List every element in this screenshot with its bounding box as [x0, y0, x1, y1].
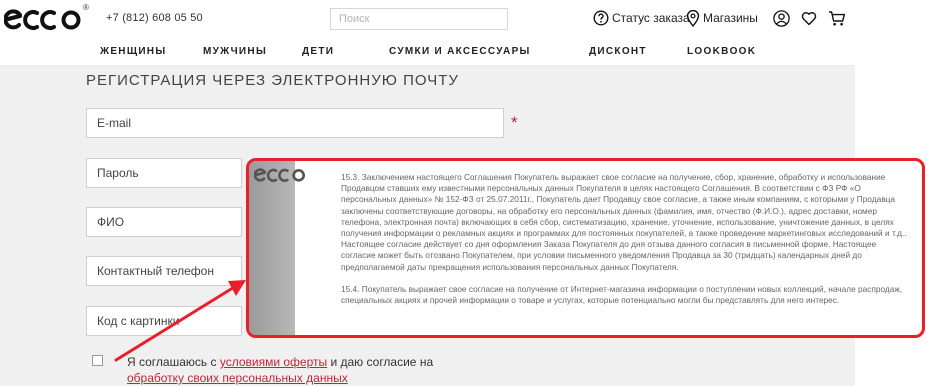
account-button[interactable] — [771, 8, 791, 28]
nav-item-bags-accessories[interactable]: СУМКИ И АКСЕССУАРЫ — [389, 46, 531, 57]
wishlist-button[interactable] — [799, 8, 819, 28]
fio-field[interactable] — [86, 207, 242, 237]
ecco-logo[interactable] — [4, 3, 82, 33]
personal-data-link[interactable]: обработку своих персональных данных — [127, 371, 348, 385]
nav-item-discount[interactable]: ДИСКОНТ — [589, 46, 647, 57]
password-field[interactable] — [86, 158, 242, 188]
agree-text-part-1: Я соглашаюсь с — [127, 355, 220, 369]
search-input[interactable] — [330, 8, 508, 30]
header-phone[interactable]: +7 (812) 608 05 50 — [106, 12, 203, 24]
main-nav: ЖЕНЩИНЫ МУЖЧИНЫ ДЕТИ СУМКИ И АКСЕССУАРЫ … — [0, 36, 855, 66]
agreement-text: 15.3. Заключением настоящего Соглашения … — [341, 172, 909, 317]
contact-phone-field[interactable] — [86, 256, 242, 286]
cart-icon — [829, 10, 846, 25]
nav-item-women[interactable]: ЖЕНЩИНЫ — [100, 46, 166, 57]
ecco-logo — [254, 168, 305, 182]
page-title: РЕГИСТРАЦИЯ ЧЕРЕЗ ЭЛЕКТРОННУЮ ПОЧТУ — [86, 72, 459, 89]
registered-mark: ® — [83, 3, 89, 12]
heart-icon — [801, 11, 817, 25]
order-status-link[interactable]: Статус заказа — [593, 8, 690, 28]
agreement-paragraph-15-3: 15.3. Заключением настоящего Соглашения … — [341, 172, 907, 272]
captcha-field[interactable] — [86, 306, 242, 336]
nav-item-lookbook[interactable]: LOOKBOOK — [687, 46, 756, 57]
order-status-label: Статус заказа — [612, 11, 690, 25]
user-icon — [772, 9, 790, 27]
required-mark: * — [511, 113, 518, 132]
nav-item-men[interactable]: МУЖЧИНЫ — [203, 46, 267, 57]
email-field[interactable] — [86, 108, 504, 138]
cart-button[interactable] — [827, 8, 847, 28]
question-circle-icon — [593, 10, 609, 26]
agreement-paragraph-15-4: 15.4. Покупатель выражает свое согласие … — [341, 283, 903, 306]
agree-text-part-2: и даю согласие на — [327, 355, 434, 369]
agree-text: Я соглашаюсь с условиями оферты и даю со… — [127, 354, 433, 386]
site-header: ® +7 (812) 608 05 50 Статус заказа Магаз… — [0, 0, 855, 36]
agree-checkbox[interactable] — [92, 355, 103, 366]
offer-terms-link[interactable]: условиями оферты — [220, 355, 327, 369]
callout-shadow-strip — [249, 161, 295, 335]
stores-link[interactable]: Магазины — [686, 8, 758, 28]
location-pin-icon — [686, 9, 700, 27]
stores-label: Магазины — [703, 11, 758, 25]
nav-item-kids[interactable]: ДЕТИ — [302, 46, 334, 57]
agreement-callout: 15.3. Заключением настоящего Соглашения … — [246, 158, 925, 338]
